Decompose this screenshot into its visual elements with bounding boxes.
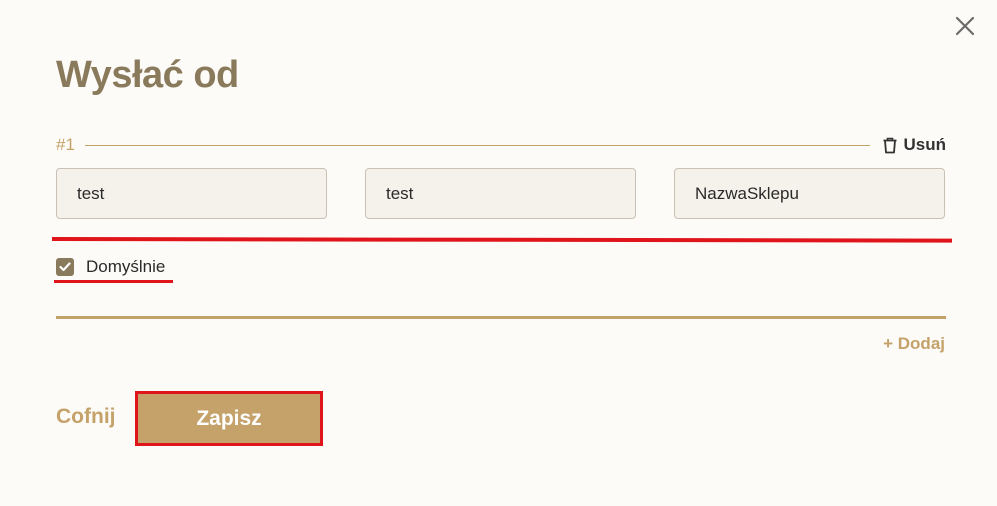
default-checkbox-label: Domyślnie: [86, 257, 166, 276]
highlight-underline-fields: [51, 237, 953, 243]
entry-divider: [84, 144, 870, 146]
checkmark-icon: [59, 262, 71, 272]
sender-field-1[interactable]: [56, 168, 327, 219]
add-button[interactable]: + Dodaj: [883, 334, 945, 354]
cancel-button[interactable]: Cofnij: [56, 405, 115, 429]
close-button[interactable]: [952, 13, 978, 39]
modal-title: Wysłać od: [56, 54, 239, 96]
close-icon: [955, 16, 975, 36]
entry-number: #1: [56, 135, 75, 154]
section-divider: [56, 316, 946, 319]
trash-icon: [883, 137, 896, 153]
send-from-modal: Wysłać od #1 Usuń Domyślnie + Dodaj Cofn…: [0, 0, 997, 506]
shop-name-field[interactable]: [674, 168, 945, 219]
remove-label: Usuń: [903, 135, 947, 154]
entry-header: #1 Usuń: [56, 134, 946, 156]
highlight-underline-default: [54, 280, 173, 283]
sender-field-2[interactable]: [365, 168, 636, 219]
save-button[interactable]: Zapisz: [135, 391, 323, 446]
default-checkbox-row[interactable]: Domyślnie: [56, 257, 165, 277]
default-checkbox[interactable]: [56, 258, 74, 276]
remove-button[interactable]: Usuń: [882, 135, 947, 155]
